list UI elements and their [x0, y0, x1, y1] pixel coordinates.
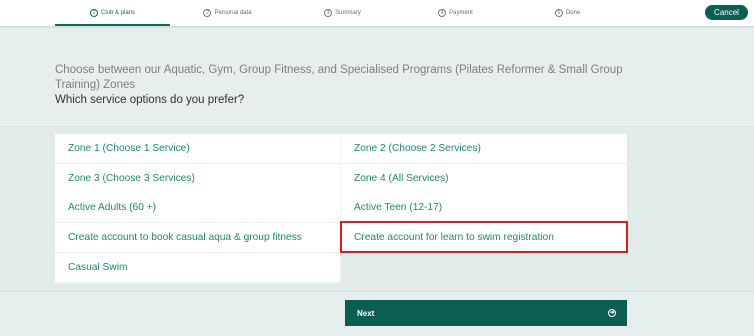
- step-label: Personal data: [214, 10, 252, 16]
- next-button[interactable]: Next ➜: [345, 300, 627, 326]
- step-label: Done: [565, 10, 581, 16]
- step-summary[interactable]: 3 Summary: [285, 0, 400, 26]
- cancel-button[interactable]: Cancel: [705, 5, 748, 20]
- question-prompt: Which service options do you prefer?: [55, 94, 245, 106]
- option-zone-1[interactable]: Zone 1 (Choose 1 Service): [55, 134, 341, 164]
- step-number-icon: 4: [438, 9, 447, 17]
- progress-stepper: 1 Club & plans 2 Personal data 3 Summary…: [0, 0, 754, 26]
- step-done[interactable]: 5 Done: [510, 0, 625, 26]
- option-zone-4[interactable]: Zone 4 (All Services): [341, 164, 627, 194]
- question-block: Choose between our Aquatic, Gym, Group F…: [55, 63, 655, 108]
- step-club-and-plans[interactable]: 1 Club & plans: [55, 0, 170, 26]
- option-learn-to-swim[interactable]: Create account for learn to swim registr…: [341, 223, 627, 253]
- step-number-icon: 5: [554, 9, 563, 17]
- next-button-label: Next: [357, 308, 375, 318]
- option-active-teen[interactable]: Active Teen (12-17): [341, 193, 627, 223]
- step-label: Summary: [335, 10, 361, 16]
- option-casual-swim[interactable]: Casual Swim: [55, 253, 341, 283]
- arrow-right-circle-icon: ➜: [608, 309, 616, 317]
- question-description: Choose between our Aquatic, Gym, Group F…: [55, 64, 623, 91]
- step-label: Payment: [449, 10, 473, 16]
- service-options-grid: Zone 1 (Choose 1 Service) Zone 2 (Choose…: [55, 134, 627, 283]
- step-number-icon: 2: [203, 9, 212, 17]
- option-active-adults[interactable]: Active Adults (60 +): [55, 193, 341, 223]
- option-zone-3[interactable]: Zone 3 (Choose 3 Services): [55, 164, 341, 194]
- option-casual-aqua-group-fitness[interactable]: Create account to book casual aqua & gro…: [55, 223, 341, 253]
- step-label: Club & plans: [100, 10, 136, 16]
- option-zone-2[interactable]: Zone 2 (Choose 2 Services): [341, 134, 627, 164]
- step-number-icon: 1: [89, 9, 98, 17]
- step-number-icon: 3: [324, 9, 333, 17]
- step-personal-data[interactable]: 2 Personal data: [170, 0, 285, 26]
- step-payment[interactable]: 4 Payment: [398, 0, 513, 26]
